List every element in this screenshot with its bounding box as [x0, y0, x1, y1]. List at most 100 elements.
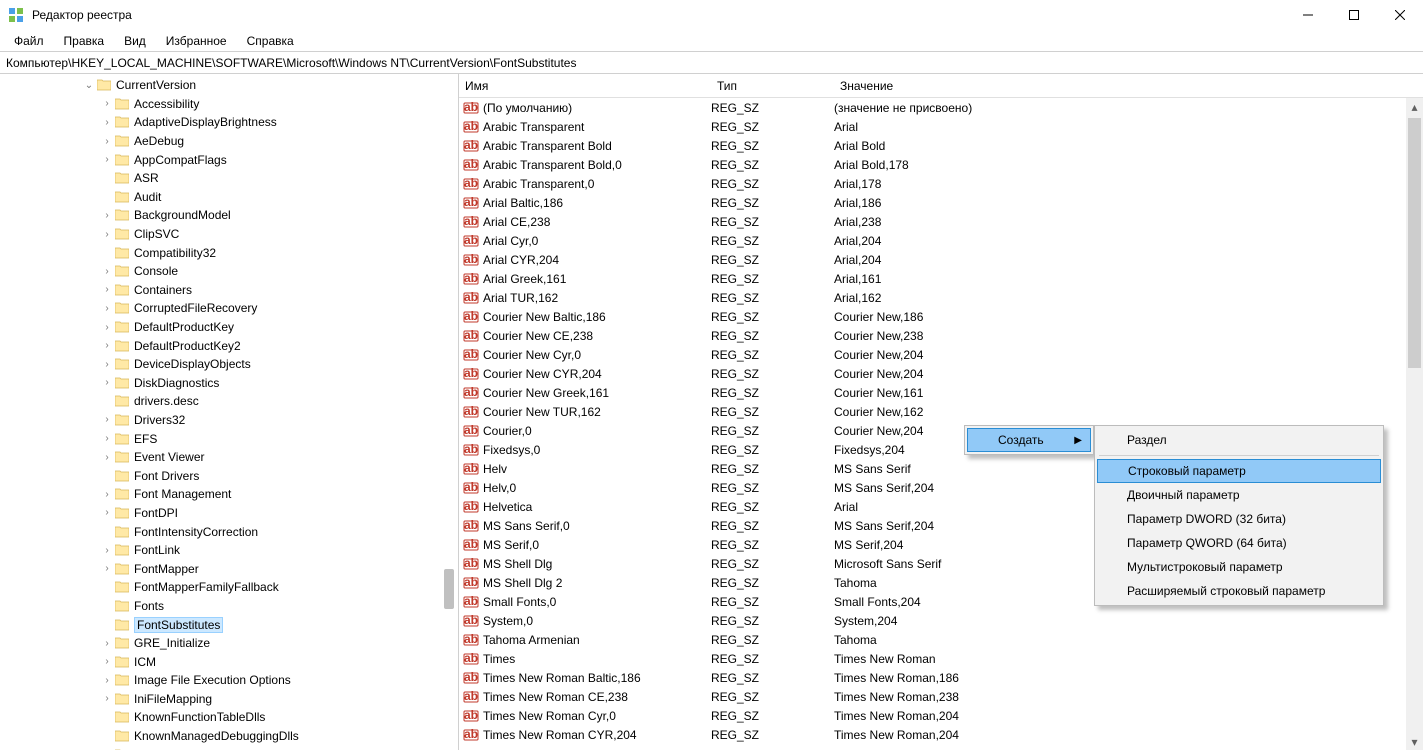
expand-icon[interactable]: [100, 247, 114, 258]
list-row[interactable]: abArial Baltic,186REG_SZArial,186: [459, 193, 1423, 212]
tree-item[interactable]: ›CorruptedFileRecovery: [0, 299, 458, 318]
list-row[interactable]: abArial TUR,162REG_SZArial,162: [459, 288, 1423, 307]
expand-icon[interactable]: ›: [100, 377, 114, 388]
menu-file[interactable]: Файл: [4, 32, 54, 50]
expand-icon[interactable]: ›: [100, 340, 114, 351]
list-row[interactable]: abArial Greek,161REG_SZArial,161: [459, 269, 1423, 288]
tree-item[interactable]: ›Containers: [0, 281, 458, 300]
menu-help[interactable]: Справка: [237, 32, 304, 50]
list-row[interactable]: abArabic Transparent BoldREG_SZArial Bol…: [459, 136, 1423, 155]
address-bar[interactable]: Компьютер\HKEY_LOCAL_MACHINE\SOFTWARE\Mi…: [0, 52, 1423, 74]
tree-item[interactable]: ›Event Viewer: [0, 448, 458, 467]
expand-icon[interactable]: [100, 600, 114, 611]
tree-item[interactable]: ›Font Management: [0, 485, 458, 504]
list-row[interactable]: abTimes New Roman CE,238REG_SZTimes New …: [459, 687, 1423, 706]
collapse-icon[interactable]: ⌄: [82, 80, 96, 91]
tree-item[interactable]: KnownManagedDebuggingDlls: [0, 727, 458, 746]
expand-icon[interactable]: [100, 173, 114, 184]
context-new-dword[interactable]: Параметр DWORD (32 бита): [1097, 507, 1381, 531]
list-row[interactable]: abTahoma ArmenianREG_SZTahoma: [459, 630, 1423, 649]
tree-item[interactable]: Audit: [0, 188, 458, 207]
tree-item[interactable]: FontSubstitutes: [0, 615, 458, 634]
expand-icon[interactable]: ›: [100, 675, 114, 686]
tree-item[interactable]: KnownFunctionTableDlls: [0, 708, 458, 727]
list-row[interactable]: abTimesREG_SZTimes New Roman: [459, 649, 1423, 668]
expand-icon[interactable]: [100, 470, 114, 481]
expand-icon[interactable]: ›: [100, 359, 114, 370]
expand-icon[interactable]: ›: [100, 545, 114, 556]
expand-icon[interactable]: ›: [100, 489, 114, 500]
expand-icon[interactable]: ›: [100, 266, 114, 277]
expand-icon[interactable]: ›: [100, 656, 114, 667]
tree-item[interactable]: ›IniFileMapping: [0, 690, 458, 709]
tree-item[interactable]: ›DeviceDisplayObjects: [0, 355, 458, 374]
col-type[interactable]: Тип: [711, 79, 834, 93]
menu-favorites[interactable]: Избранное: [156, 32, 237, 50]
tree-item[interactable]: ›BackgroundModel: [0, 206, 458, 225]
tree-item[interactable]: ›AeDebug: [0, 132, 458, 151]
expand-icon[interactable]: [100, 731, 114, 742]
expand-icon[interactable]: ›: [100, 210, 114, 221]
expand-icon[interactable]: ›: [100, 229, 114, 240]
tree-item[interactable]: ⌄CurrentVersion: [0, 76, 458, 95]
list-row[interactable]: abArial Cyr,0REG_SZArial,204: [459, 231, 1423, 250]
list-row[interactable]: abCourier New CYR,204REG_SZCourier New,2…: [459, 364, 1423, 383]
expand-icon[interactable]: [100, 191, 114, 202]
tree-item[interactable]: ›FontDPI: [0, 504, 458, 523]
tree-item[interactable]: ›Console: [0, 262, 458, 281]
context-new-expandstring[interactable]: Расширяемый строковый параметр: [1097, 579, 1381, 603]
tree-item[interactable]: ›DiskDiagnostics: [0, 374, 458, 393]
expand-icon[interactable]: ›: [100, 638, 114, 649]
tree-item[interactable]: FontMapperFamilyFallback: [0, 578, 458, 597]
expand-icon[interactable]: ›: [100, 98, 114, 109]
list-row[interactable]: abArabic Transparent Bold,0REG_SZArial B…: [459, 155, 1423, 174]
minimize-button[interactable]: [1285, 0, 1331, 30]
col-name[interactable]: Имя: [459, 79, 711, 93]
tree-item[interactable]: ›Image File Execution Options: [0, 671, 458, 690]
expand-icon[interactable]: ›: [100, 117, 114, 128]
expand-icon[interactable]: ›: [100, 452, 114, 463]
expand-icon[interactable]: [100, 396, 114, 407]
tree-item[interactable]: FontIntensityCorrection: [0, 522, 458, 541]
context-new-string[interactable]: Строковый параметр: [1097, 459, 1381, 483]
list-row[interactable]: abSystem,0REG_SZSystem,204: [459, 611, 1423, 630]
scroll-thumb[interactable]: [1408, 118, 1421, 368]
tree-item[interactable]: ›AppCompatFlags: [0, 150, 458, 169]
tree-item[interactable]: drivers.desc: [0, 392, 458, 411]
tree-item[interactable]: Fonts: [0, 597, 458, 616]
tree-item[interactable]: ›DefaultProductKey2: [0, 336, 458, 355]
expand-icon[interactable]: ›: [100, 563, 114, 574]
tree-item[interactable]: ›AdaptiveDisplayBrightness: [0, 113, 458, 132]
context-new-binary[interactable]: Двоичный параметр: [1097, 483, 1381, 507]
list-row[interactable]: abArabic Transparent,0REG_SZArial,178: [459, 174, 1423, 193]
list-row[interactable]: abArial CYR,204REG_SZArial,204: [459, 250, 1423, 269]
list-row[interactable]: abTimes New Roman CYR,204REG_SZTimes New…: [459, 725, 1423, 744]
expand-icon[interactable]: [100, 712, 114, 723]
context-new-multistring[interactable]: Мультистроковый параметр: [1097, 555, 1381, 579]
context-create[interactable]: Создать ▶: [967, 428, 1091, 452]
tree-scroll-thumb[interactable]: [444, 569, 454, 609]
close-button[interactable]: [1377, 0, 1423, 30]
tree-item[interactable]: ›FontMapper: [0, 559, 458, 578]
expand-icon[interactable]: ›: [100, 433, 114, 444]
list-row[interactable]: abCourier New Cyr,0REG_SZCourier New,204: [459, 345, 1423, 364]
menu-edit[interactable]: Правка: [54, 32, 115, 50]
expand-icon[interactable]: ›: [100, 303, 114, 314]
tree-item[interactable]: ASR: [0, 169, 458, 188]
scroll-down-icon[interactable]: ▾: [1406, 733, 1423, 750]
list-row[interactable]: abArabic TransparentREG_SZArial: [459, 117, 1423, 136]
list-row[interactable]: abCourier New CE,238REG_SZCourier New,23…: [459, 326, 1423, 345]
tree-item[interactable]: Font Drivers: [0, 466, 458, 485]
list-row[interactable]: abTimes New Roman Cyr,0REG_SZTimes New R…: [459, 706, 1423, 725]
list-row[interactable]: abArial CE,238REG_SZArial,238: [459, 212, 1423, 231]
tree-item[interactable]: ›GRE_Initialize: [0, 634, 458, 653]
tree-item[interactable]: ›LanguagePack: [0, 745, 458, 750]
tree-item[interactable]: ›ICM: [0, 652, 458, 671]
tree-item[interactable]: Compatibility32: [0, 243, 458, 262]
context-new-qword[interactable]: Параметр QWORD (64 бита): [1097, 531, 1381, 555]
expand-icon[interactable]: ›: [100, 507, 114, 518]
expand-icon[interactable]: ›: [100, 414, 114, 425]
list-row[interactable]: abTimes New Roman Baltic,186REG_SZTimes …: [459, 668, 1423, 687]
col-value[interactable]: Значение: [834, 79, 1423, 93]
expand-icon[interactable]: ›: [100, 322, 114, 333]
